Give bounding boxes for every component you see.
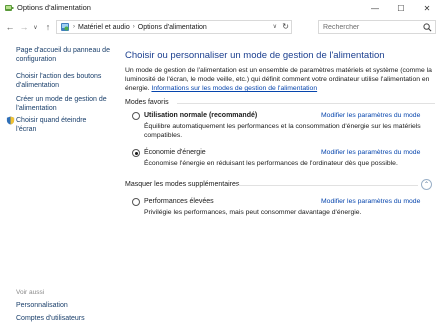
plan-description-power-saver: Économise l'énergie en réduisant les per… [144, 160, 398, 167]
collapse-chevron-icon[interactable]: ⌃ [421, 179, 432, 190]
sidebar-link-personalization[interactable]: Personnalisation [16, 301, 110, 310]
hidden-plans-heading[interactable]: Masquer les modes supplémentaires [125, 181, 239, 188]
window-title: Options d'alimentation [17, 3, 91, 12]
modify-plan-link-power-saver[interactable]: Modifier les paramètres du mode [321, 149, 420, 156]
sidebar-link-label: Choisir quand éteindre l'écran [16, 117, 87, 133]
main-content: Choisir ou personnaliser un mode de gest… [114, 38, 440, 333]
title-bar: Options d'alimentation — ☐ ✕ [0, 0, 440, 16]
address-bar: ← → ∨ ↑ › Matériel et audio › Options d'… [0, 16, 440, 38]
power-plans-info-link[interactable]: Informations sur les modes de gestion de… [151, 85, 317, 92]
address-dropdown-button[interactable]: ∨ [273, 23, 277, 30]
back-button[interactable]: ← [4, 20, 16, 34]
power-options-icon [5, 5, 14, 11]
breadcrumb-item-hardware-sound[interactable]: Matériel et audio [78, 24, 130, 31]
plan-description-balanced: Équilibre automatiquement les performanc… [144, 123, 421, 139]
plan-name-balanced[interactable]: Utilisation normale (recommandé) [144, 112, 257, 119]
breadcrumb-item-power-options[interactable]: Options d'alimentation [138, 24, 207, 31]
see-also-heading: Voir aussi [16, 289, 45, 296]
sidebar-link-turn-off-display[interactable]: Choisir quand éteindre l'écran [6, 116, 100, 134]
maximize-button[interactable]: ☐ [388, 0, 414, 16]
section-divider [177, 103, 435, 104]
plan-name-power-saver[interactable]: Économie d'énergie [144, 149, 206, 156]
search-box [318, 20, 436, 34]
sidebar-link-control-panel-home[interactable]: Page d'accueil du panneau de configurati… [16, 46, 110, 64]
sidebar: Page d'accueil du panneau de configurati… [0, 38, 114, 333]
control-panel-icon [61, 23, 69, 31]
plan-radio-balanced[interactable] [132, 112, 140, 120]
minimize-button[interactable]: — [362, 0, 388, 16]
favorites-heading: Modes favoris [125, 99, 169, 106]
sidebar-link-create-plan[interactable]: Créer un mode de gestion de l'alimentati… [16, 95, 110, 113]
close-button[interactable]: ✕ [414, 0, 440, 16]
recent-locations-button[interactable]: ∨ [31, 20, 40, 34]
modify-plan-link-high-performance[interactable]: Modifier les paramètres du mode [321, 198, 420, 205]
intro-paragraph: Un mode de gestion de l'alimentation est… [125, 66, 439, 93]
section-divider [238, 185, 418, 186]
shield-icon [6, 116, 15, 125]
sidebar-link-power-buttons[interactable]: Choisir l'action des boutons d'alimentat… [16, 72, 110, 90]
modify-plan-link-balanced[interactable]: Modifier les paramètres du mode [321, 112, 420, 119]
sidebar-link-user-accounts[interactable]: Comptes d'utilisateurs [16, 314, 110, 323]
search-icon[interactable] [423, 23, 432, 32]
breadcrumb[interactable]: › Matériel et audio › Options d'alimenta… [56, 20, 292, 34]
breadcrumb-separator: › [73, 24, 75, 30]
up-button[interactable]: ↑ [42, 20, 54, 34]
page-title: Choisir ou personnaliser un mode de gest… [125, 50, 385, 61]
breadcrumb-separator: › [132, 24, 135, 30]
search-input[interactable] [323, 22, 419, 32]
plan-name-high-performance[interactable]: Performances élevées [144, 198, 214, 205]
refresh-button[interactable]: ↻ [282, 22, 289, 31]
plan-description-high-performance: Privilégie les performances, mais peut c… [144, 209, 362, 216]
forward-button[interactable]: → [18, 20, 30, 34]
plan-radio-power-saver[interactable] [132, 149, 140, 157]
plan-radio-high-performance[interactable] [132, 198, 140, 206]
